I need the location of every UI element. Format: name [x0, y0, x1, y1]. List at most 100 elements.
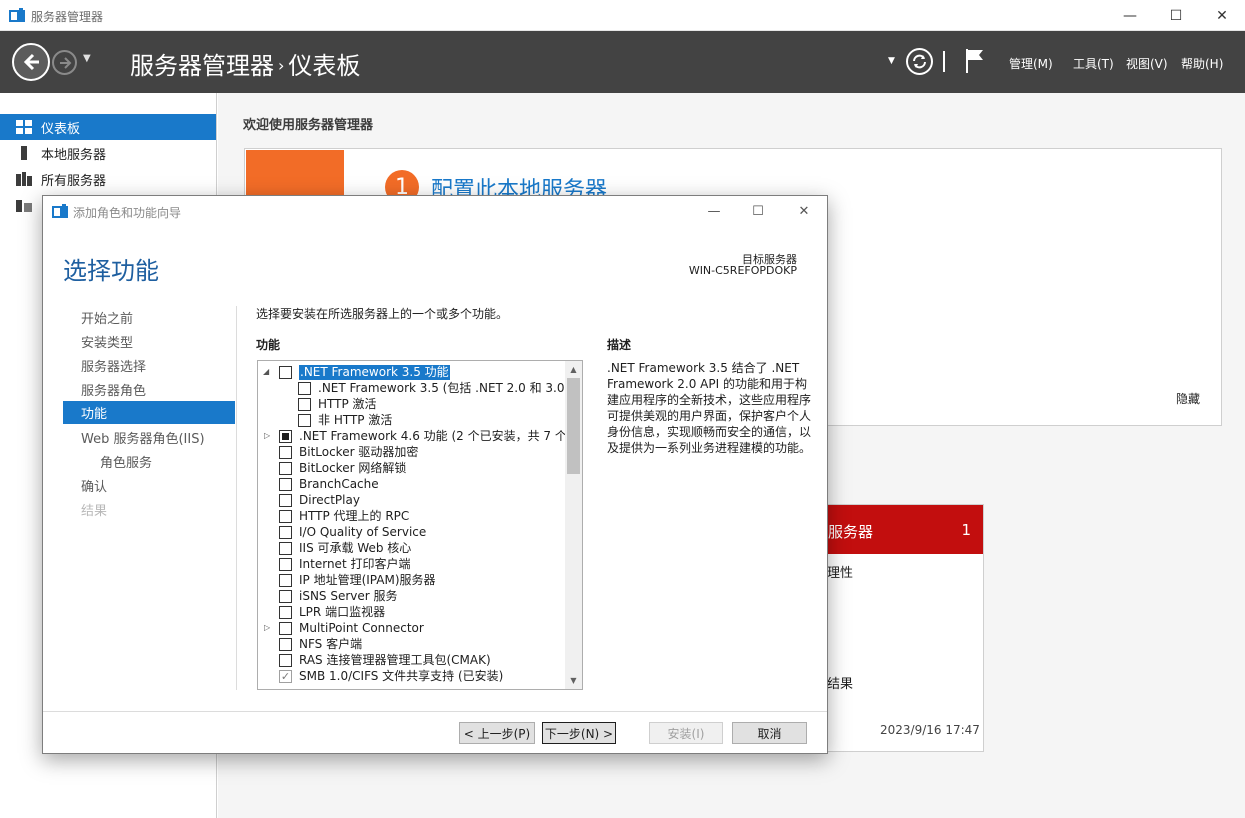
feature-checkbox[interactable]	[279, 590, 292, 603]
step-confirmation[interactable]: 确认	[63, 474, 235, 497]
step-before-you-begin[interactable]: 开始之前	[63, 306, 235, 329]
feature-row[interactable]: RAS 连接管理器管理工具包(CMAK)	[258, 653, 564, 669]
feature-row[interactable]: HTTP 代理上的 RPC	[258, 509, 564, 525]
dashboard-icon	[16, 120, 32, 134]
add-roles-features-wizard: 添加角色和功能向导 — ☐ ✕ 选择功能 目标服务器 WIN-C5REFOPDO…	[42, 195, 828, 754]
feature-checkbox[interactable]	[279, 494, 292, 507]
feature-row[interactable]: IIS 可承载 Web 核心	[258, 541, 564, 557]
feature-row[interactable]: ▷ MultiPoint Connector	[258, 621, 564, 637]
wizard-close-button[interactable]: ✕	[781, 196, 827, 226]
feature-checkbox[interactable]	[298, 398, 311, 411]
feature-description: .NET Framework 3.5 结合了 .NET Framework 2.…	[607, 361, 812, 455]
feature-label: SMB 1.0/CIFS 文件共享支持 (已安装)	[299, 669, 504, 683]
feature-row[interactable]: Internet 打印客户端	[258, 557, 564, 573]
expand-arrow-icon[interactable]: ▷	[264, 623, 273, 635]
sidebar-item-all-servers[interactable]: 所有服务器	[0, 166, 216, 192]
server-tile-row-results[interactable]: 结果	[827, 673, 853, 692]
feature-row[interactable]: BitLocker 网络解锁	[258, 461, 564, 477]
wizard-title: 添加角色和功能向导	[73, 206, 182, 220]
feature-row[interactable]: ▷ .NET Framework 4.6 功能 (2 个已安装，共 7 个)	[258, 429, 572, 445]
maximize-button[interactable]: ☐	[1153, 0, 1199, 31]
wizard-maximize-button[interactable]: ☐	[735, 196, 781, 226]
feature-checkbox[interactable]	[298, 414, 311, 427]
next-button[interactable]: 下一步(N) >	[542, 722, 616, 744]
menu-tools[interactable]: 工具(T)	[1073, 55, 1114, 72]
refresh-button[interactable]	[906, 48, 933, 75]
feature-row[interactable]: HTTP 激活	[258, 397, 564, 413]
feature-checkbox[interactable]	[279, 446, 292, 459]
feature-row[interactable]: I/O Quality of Service	[258, 525, 564, 541]
feature-checkbox[interactable]	[279, 654, 292, 667]
feature-checkbox[interactable]	[279, 574, 292, 587]
feature-row[interactable]: NFS 客户端	[258, 637, 564, 653]
feature-checkbox[interactable]	[279, 430, 292, 443]
menu-manage[interactable]: 管理(M)	[1009, 55, 1053, 72]
step-web-server-role[interactable]: Web 服务器角色(IIS)	[63, 426, 235, 449]
back-button[interactable]	[12, 43, 50, 81]
feature-row[interactable]: LPR 端口监视器	[258, 605, 564, 621]
server-tile-header[interactable]: 服务器 1	[824, 505, 983, 554]
scrollbar-thumb[interactable]	[567, 378, 580, 474]
forward-button[interactable]	[52, 50, 77, 75]
minimize-button[interactable]: —	[1107, 0, 1153, 31]
sidebar-item-label: 本地服务器	[41, 147, 107, 163]
steps-divider	[236, 306, 237, 690]
feature-checkbox[interactable]	[279, 510, 292, 523]
feature-checkbox[interactable]	[279, 622, 292, 635]
feature-row[interactable]: iSNS Server 服务	[258, 589, 564, 605]
feature-row[interactable]: BranchCache	[258, 477, 564, 493]
feature-checkbox[interactable]	[279, 462, 292, 475]
feature-label: NFS 客户端	[299, 637, 363, 651]
local-server-icon	[21, 146, 27, 160]
menu-view[interactable]: 视图(V)	[1126, 55, 1168, 72]
feature-row[interactable]: .NET Framework 3.5 (包括 .NET 2.0 和 3.0)	[258, 381, 569, 397]
collapse-arrow-icon[interactable]: ◢	[263, 367, 272, 379]
feature-checkbox[interactable]	[279, 558, 292, 571]
cancel-button[interactable]: 取消	[732, 722, 807, 744]
sidebar-item-dashboard[interactable]: 仪表板	[0, 114, 216, 140]
feature-checkbox[interactable]	[279, 366, 292, 379]
scroll-up-icon[interactable]: ▲	[565, 361, 582, 378]
step-results: 结果	[81, 504, 108, 519]
feature-row[interactable]: BitLocker 驱动器加密	[258, 445, 564, 461]
feature-label: .NET Framework 3.5 功能	[299, 365, 450, 380]
feature-row[interactable]: DirectPlay	[258, 493, 564, 509]
feature-row[interactable]: IP 地址管理(IPAM)服务器	[258, 573, 564, 589]
refresh-dropdown-icon[interactable]: ▼	[888, 56, 895, 66]
feature-checkbox[interactable]	[298, 382, 311, 395]
expand-arrow-icon[interactable]: ▷	[264, 431, 273, 443]
breadcrumb-app: 服务器管理器	[130, 52, 274, 80]
description-column-header: 描述	[607, 338, 632, 352]
hide-link[interactable]: 隐藏	[1176, 390, 1200, 407]
step-features[interactable]: 功能	[63, 401, 235, 424]
wizard-minimize-button[interactable]: —	[691, 196, 737, 226]
close-button[interactable]: ✕	[1199, 0, 1245, 31]
feature-label: Internet 打印客户端	[299, 557, 411, 571]
menu-help[interactable]: 帮助(H)	[1181, 55, 1223, 72]
server-group-icon	[16, 200, 32, 212]
feature-checkbox[interactable]	[279, 638, 292, 651]
feature-checkbox[interactable]	[279, 542, 292, 555]
feature-row[interactable]: 非 HTTP 激活	[258, 413, 564, 429]
previous-button[interactable]: < 上一步(P)	[459, 722, 535, 744]
server-tile-row-manageability[interactable]: 理性	[827, 562, 853, 581]
notifications-flag-icon[interactable]	[965, 49, 985, 73]
feature-checkbox[interactable]	[279, 526, 292, 539]
step-role-services[interactable]: 角色服务	[63, 450, 235, 473]
feature-label: HTTP 激活	[318, 397, 377, 411]
feature-checkbox[interactable]	[279, 606, 292, 619]
sidebar-item-local-server[interactable]: 本地服务器	[0, 140, 216, 166]
features-scrollbar[interactable]: ▲ ▼	[565, 361, 582, 689]
scroll-down-icon[interactable]: ▼	[565, 672, 582, 689]
server-manager-app-icon	[9, 8, 25, 22]
step-installation-type[interactable]: 安装类型	[63, 330, 235, 353]
feature-row[interactable]: ◢ .NET Framework 3.5 功能	[258, 365, 564, 381]
features-tree-list[interactable]: ◢ .NET Framework 3.5 功能 .NET Framework 3…	[257, 360, 583, 690]
history-dropdown-icon[interactable]: ▼	[83, 53, 91, 64]
step-server-selection[interactable]: 服务器选择	[63, 354, 235, 377]
target-server-value: WIN-C5REFOPDOKP	[688, 264, 797, 277]
window-title: 服务器管理器	[31, 10, 104, 24]
feature-checkbox[interactable]	[279, 478, 292, 491]
all-servers-icon	[16, 172, 32, 186]
step-server-roles[interactable]: 服务器角色	[63, 378, 235, 401]
